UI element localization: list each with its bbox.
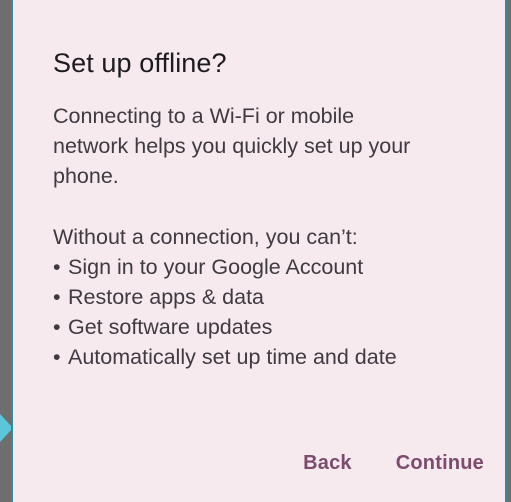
list-item: Restore apps & data xyxy=(53,282,493,312)
dialog-title: Set up offline? xyxy=(53,48,227,78)
dialog-body: Connecting to a Wi-Fi or mobile network … xyxy=(53,101,493,372)
list-item: Automatically set up time and date xyxy=(53,342,493,372)
screen: Set up offline? Connecting to a Wi-Fi or… xyxy=(0,0,511,502)
back-button[interactable]: Back xyxy=(303,452,352,475)
offline-setup-dialog: Set up offline? Connecting to a Wi-Fi or… xyxy=(11,0,507,502)
limitations-heading: Without a connection, you can’t: xyxy=(53,225,358,249)
dialog-intro-text: Connecting to a Wi-Fi or mobile network … xyxy=(53,104,411,188)
list-item: Get software updates xyxy=(53,312,493,342)
dialog-actions: Back Continue xyxy=(303,452,484,475)
continue-button[interactable]: Continue xyxy=(396,452,484,475)
list-item: Sign in to your Google Account xyxy=(53,252,493,282)
limitations-list: Sign in to your Google Account Restore a… xyxy=(53,252,493,372)
